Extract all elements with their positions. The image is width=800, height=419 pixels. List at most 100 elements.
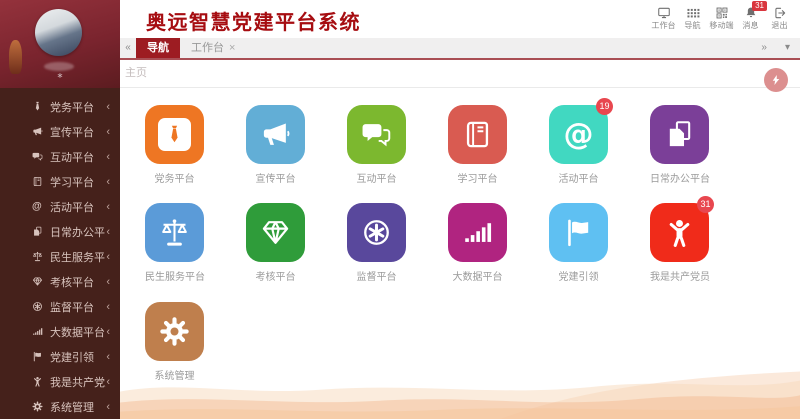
tile-label: 互动平台: [347, 170, 406, 185]
main-column: 奥远智慧党建平台系统 工作台导航移动端31消息退出 « 导航工作台× » ▾ 主…: [120, 0, 800, 419]
tile-icon-button[interactable]: [145, 105, 204, 164]
sidebar-item-person[interactable]: 我是共产党员‹: [0, 369, 120, 394]
sidebar-menu: 党务平台‹宣传平台‹互动平台‹学习平台‹@活动平台‹日常办公平台‹民生服务平台‹…: [0, 88, 120, 419]
sidebar-item-at[interactable]: @活动平台‹: [0, 194, 120, 219]
chevron-left-icon: ‹: [106, 326, 110, 338]
tile-icon-button[interactable]: [650, 105, 709, 164]
breadcrumb: 主页: [120, 60, 800, 88]
sidebar-item-label: 党建引领: [50, 349, 106, 365]
tile-icon-button[interactable]: [448, 105, 507, 164]
sidebar-item-tie[interactable]: 党务平台‹: [0, 94, 120, 119]
chevron-left-icon: ‹: [106, 201, 110, 213]
flag-icon: [563, 217, 594, 248]
sidebar-item-chat[interactable]: 互动平台‹: [0, 144, 120, 169]
breadcrumb-home[interactable]: 主页: [125, 67, 147, 79]
tile-emblem[interactable]: 监督平台: [347, 203, 406, 283]
sidebar-item-chart[interactable]: 大数据平台‹: [0, 319, 120, 344]
sidebar-item-label: 监督平台: [50, 299, 106, 315]
sidebar-item-label: 我是共产党员: [50, 374, 106, 390]
person-icon: [664, 217, 695, 248]
tile-icon-button[interactable]: @19: [549, 105, 608, 164]
tile-icon-button[interactable]: [246, 203, 305, 262]
tile-icon-button[interactable]: [145, 302, 204, 361]
top-header: 奥远智慧党建平台系统 工作台导航移动端31消息退出: [120, 0, 800, 38]
tile-book[interactable]: 学习平台: [448, 105, 507, 185]
tile-icon-button[interactable]: [246, 105, 305, 164]
tile-gear[interactable]: 系统管理: [145, 302, 204, 382]
chevron-left-icon: ‹: [106, 251, 110, 263]
content-area: 党务平台宣传平台互动平台 学习平台 @19活动平台日常办公平台民生服务平台考核平台监…: [120, 88, 800, 419]
chevron-left-icon: ‹: [106, 151, 110, 163]
tile-label: 系统管理: [145, 367, 204, 382]
sidebar-item-scales[interactable]: 民生服务平台‹: [0, 244, 120, 269]
mountain-landscape-decoration: [120, 355, 800, 419]
quick-action-button[interactable]: [764, 68, 788, 92]
tile-gem[interactable]: 考核平台: [246, 203, 305, 283]
tile-docs[interactable]: 日常办公平台: [650, 105, 709, 185]
header-action-qr[interactable]: 移动端: [707, 3, 736, 31]
qr-icon: [707, 3, 736, 19]
tile-icon-button[interactable]: 31: [650, 203, 709, 262]
tab-navigation[interactable]: 导航: [136, 38, 180, 58]
person-icon: [32, 376, 45, 388]
header-action-label: 移动端: [708, 19, 736, 30]
header-action-logout[interactable]: 退出: [765, 3, 794, 31]
sidebar-item-book[interactable]: 学习平台‹: [0, 169, 120, 194]
sidebar-item-gem[interactable]: 考核平台‹: [0, 269, 120, 294]
grid-icon: [678, 3, 707, 19]
chevron-left-icon: ‹: [106, 176, 110, 188]
chevron-left-icon: ‹: [106, 376, 110, 388]
tile-icon-button[interactable]: [347, 105, 406, 164]
sidebar-item-label: 党务平台: [50, 99, 106, 115]
notification-badge: 31: [697, 196, 714, 213]
header-action-grid[interactable]: 导航: [678, 3, 707, 31]
tile-icon-button[interactable]: [448, 203, 507, 262]
flag-icon: [32, 351, 45, 363]
tile-label: 监督平台: [347, 268, 406, 283]
sidebar-item-flag[interactable]: 党建引领‹: [0, 344, 120, 369]
logo-figure-illustration: [9, 40, 22, 74]
tile-label: 学习平台: [448, 170, 507, 185]
gem-icon: [32, 276, 45, 288]
tile-icon-button[interactable]: [549, 203, 608, 262]
sidebar-item-docs[interactable]: 日常办公平台‹: [0, 219, 120, 244]
tile-scales[interactable]: 民生服务平台: [145, 203, 204, 283]
tab-workbench[interactable]: 工作台×: [180, 38, 246, 58]
chevron-left-icon: ‹: [106, 401, 110, 413]
sidebar-item-label: 系统管理: [50, 399, 106, 415]
sidebar-item-gear[interactable]: 系统管理‹: [0, 394, 120, 419]
at-icon: @: [564, 120, 594, 150]
lightning-icon: [770, 74, 782, 86]
megaphone-icon: [260, 119, 291, 150]
app-title: 奥远智慧党建平台系统: [146, 6, 361, 35]
tabs-caret-icon[interactable]: ▾: [785, 38, 790, 58]
header-action-label: 消息: [737, 19, 765, 30]
notification-badge: 19: [596, 98, 613, 115]
tile-tie[interactable]: 党务平台: [145, 105, 204, 185]
tile-chat[interactable]: 互动平台: [347, 105, 406, 185]
tabs-overflow-icon[interactable]: »: [761, 38, 767, 58]
header-action-bell[interactable]: 31消息: [736, 3, 765, 31]
tile-person[interactable]: 31我是共产党员: [650, 203, 709, 283]
sidebar-item-label: 互动平台: [50, 149, 106, 165]
sidebar-item-emblem[interactable]: 监督平台‹: [0, 294, 120, 319]
logo-mark-icon: ∗: [0, 72, 120, 80]
chart-icon: [462, 217, 493, 248]
chevron-left-icon: ‹: [106, 101, 110, 113]
close-icon[interactable]: ×: [229, 38, 235, 58]
sidebar-logo: ∗: [0, 0, 120, 88]
sidebar-item-label: 学习平台: [50, 174, 106, 190]
tile-icon-button[interactable]: [145, 203, 204, 262]
tile-megaphone[interactable]: 宣传平台: [246, 105, 305, 185]
tile-at[interactable]: @19活动平台: [549, 105, 608, 185]
sidebar-item-label: 民生服务平台: [50, 249, 106, 265]
header-action-monitor[interactable]: 工作台: [649, 3, 678, 31]
tabs-collapse-icon[interactable]: «: [120, 38, 136, 58]
chat-icon: [361, 119, 392, 150]
tile-chart[interactable]: 大数据平台: [448, 203, 507, 283]
chevron-left-icon: ‹: [106, 226, 110, 238]
tile-flag[interactable]: 党建引领: [549, 203, 608, 283]
tile-icon-button[interactable]: [347, 203, 406, 262]
docs-icon: [664, 119, 695, 150]
sidebar-item-megaphone[interactable]: 宣传平台‹: [0, 119, 120, 144]
